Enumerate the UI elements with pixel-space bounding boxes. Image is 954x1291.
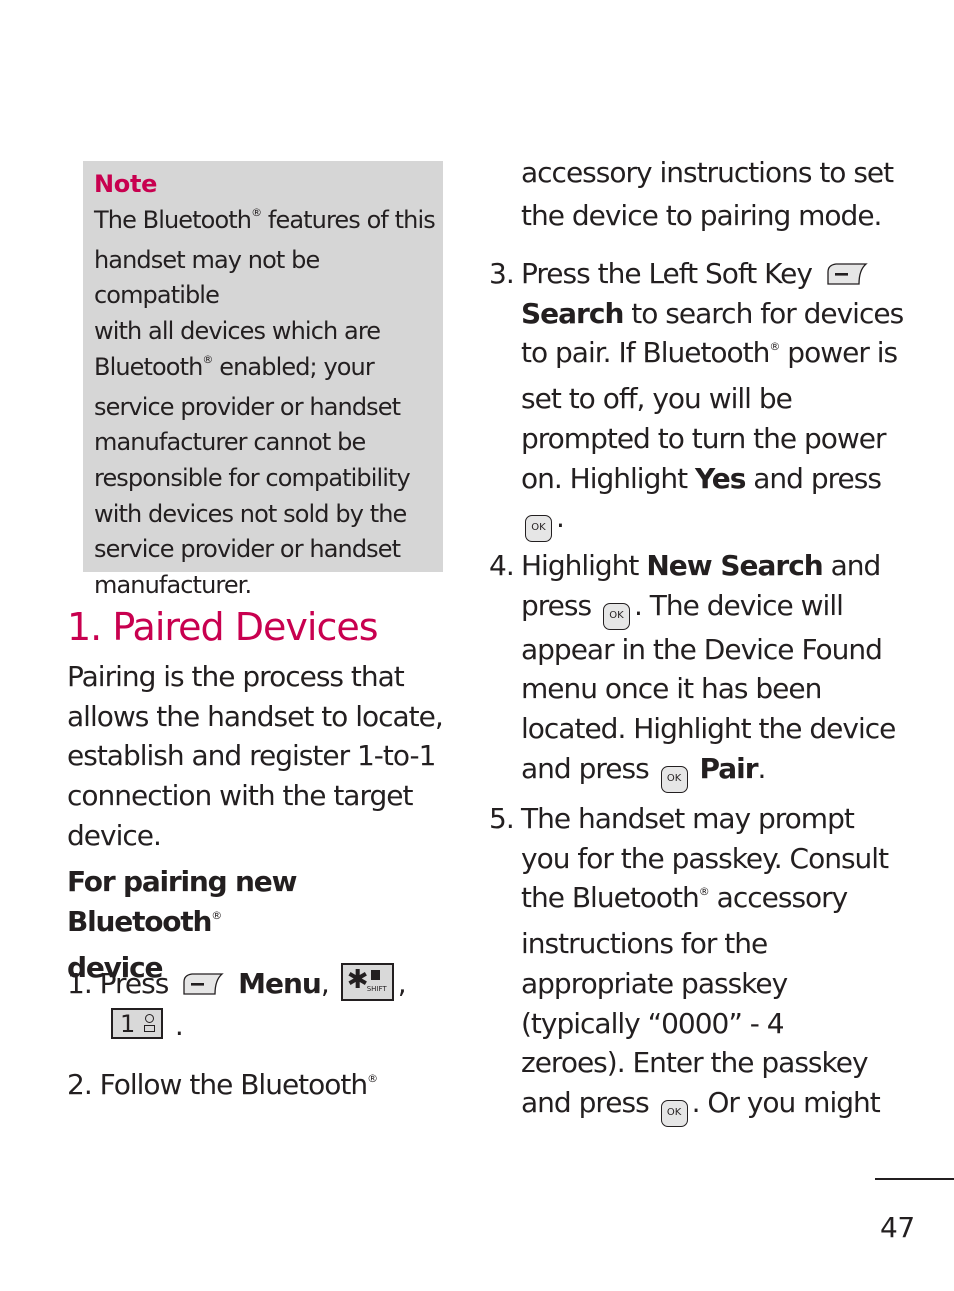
ok-key-icon: OK [660,1099,688,1127]
note-box: Note The Bluetooth® features of this han… [83,161,443,599]
footer-rule [875,1178,954,1180]
note-line: service provider or handset [94,392,401,421]
star-shift-key-icon: ✱ SHIFT [340,963,394,1001]
step-5: 5. The handset may prompt you for the pa… [489,799,909,1127]
step-1: 1. Press Menu, ✱ SHIFT , 1 . [67,963,407,1042]
note-line: service provider or handset [94,535,401,564]
left-soft-key-icon [827,263,868,285]
note-body: The Bluetooth® features of this handset … [94,203,443,604]
note-line: Bluetooth® enabled; your [94,352,375,381]
note-line: The Bluetooth® features of this [94,206,436,234]
note-line: with devices not sold by the [94,499,407,528]
step-4: 4. Highlight New Search and press OK. Th… [489,546,909,793]
ok-key-icon: OK [660,765,688,793]
step-3: 3. Press the Left Soft Key Search to sea… [489,254,909,543]
note-line: manufacturer cannot be [94,428,366,457]
intro-paragraph: Pairing is the process that allows the h… [67,660,444,852]
note-line: handset may not be compatible [94,245,320,310]
section-heading: 1. Paired Devices [67,605,379,649]
ok-key-icon: OK [525,515,552,543]
note-line: responsible for compatibility [94,463,411,492]
page-number: 47 [880,1211,915,1244]
one-voicemail-key-icon: 1 [111,1007,163,1039]
step-2-continued: accessory instructions to set the device… [521,156,894,232]
step-2: 2. Follow the Bluetooth® [67,1068,378,1101]
left-soft-key-icon [183,973,224,995]
note-title: Note [94,170,158,198]
ok-key-icon: OK [602,602,630,630]
note-line: with all devices which are [94,317,381,346]
note-line: manufacturer. [94,571,252,600]
